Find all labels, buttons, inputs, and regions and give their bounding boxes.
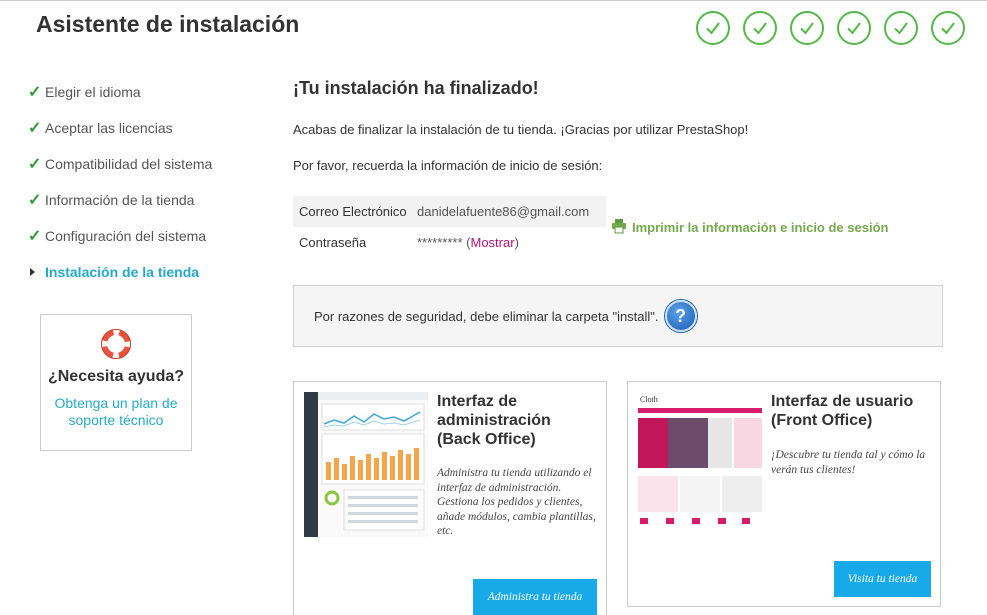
back-office-card: Interfaz de administración (Back Office)… <box>293 381 607 615</box>
top-border <box>0 0 987 1</box>
help-question: ¿Necesita ayuda? <box>47 368 185 385</box>
help-question-icon[interactable]: ? <box>664 300 697 332</box>
caret-right-icon <box>28 268 45 276</box>
back-office-screenshot <box>304 392 428 537</box>
reminder-text: Por favor, recuerda la información de in… <box>293 158 603 173</box>
password-mask: ********* <box>417 235 463 250</box>
front-office-title: Interfaz de usuario (Front Office) <box>771 393 914 429</box>
visit-store-button[interactable]: Visita tu tienda <box>834 561 931 597</box>
lifebuoy-icon <box>101 329 131 359</box>
step-5-check-icon <box>884 11 918 45</box>
check-icon: ✓ <box>28 228 42 245</box>
credentials-table: Correo Electrónico danidelafuente86@gmai… <box>293 196 606 258</box>
printer-icon <box>611 218 627 237</box>
sidebar-item-label: Instalación de la tienda <box>45 264 200 280</box>
step-6-check-icon <box>931 11 965 45</box>
back-office-title: Interfaz de administración (Back Office) <box>437 393 551 448</box>
print-label: Imprimir la información e inicio de sesi… <box>632 220 889 235</box>
page-title: Asistente de instalación <box>36 11 300 37</box>
sidebar-item-label: Información de la tienda <box>45 192 195 208</box>
sidebar-item-label: Elegir el idioma <box>45 84 141 100</box>
show-password-link[interactable]: Mostrar <box>471 235 515 250</box>
step-2-check-icon <box>743 11 777 45</box>
password-label: Contraseña <box>299 235 367 250</box>
print-credentials-link[interactable]: Imprimir la información e inicio de sesi… <box>611 218 888 237</box>
svg-text:Cloth: Cloth <box>640 395 658 404</box>
warning-text: Por razones de seguridad, debe eliminar … <box>314 308 659 324</box>
front-office-screenshot: Cloth <box>638 392 762 537</box>
check-icon: ✓ <box>28 156 42 173</box>
sidebar-item-label: Aceptar las licencias <box>45 120 173 136</box>
sidebar-item-label: Configuración del sistema <box>45 228 207 244</box>
check-icon: ✓ <box>28 192 42 209</box>
success-heading: ¡Tu instalación ha finalizado! <box>293 78 539 98</box>
front-office-description: ¡Descubre tu tienda tal y cómo la verán … <box>771 449 926 476</box>
table-row: Correo Electrónico danidelafuente86@gmai… <box>293 196 606 227</box>
email-label: Correo Electrónico <box>299 204 407 219</box>
sidebar-item-compatibilidad[interactable]: ✓ Compatibilidad del sistema <box>28 146 258 182</box>
help-box: ¿Necesita ayuda? Obtenga un plan de sopo… <box>40 314 192 451</box>
password-value: ********* (Mostrar) <box>417 235 519 250</box>
sidebar-item-instalacion[interactable]: Instalación de la tienda <box>28 254 258 290</box>
back-office-description: Administra tu tienda utilizando el inter… <box>437 467 596 537</box>
sidebar-item-informacion[interactable]: ✓ Información de la tienda <box>28 182 258 218</box>
step-1-check-icon <box>696 11 730 45</box>
email-value: danidelafuente86@gmail.com <box>417 204 590 219</box>
sidebar-item-licencias[interactable]: ✓ Aceptar las licencias <box>28 110 258 146</box>
support-plan-link[interactable]: Obtenga un plan de soporte técnico <box>41 395 191 429</box>
step-3-check-icon <box>790 11 824 45</box>
security-warning: Por razones de seguridad, debe eliminar … <box>293 285 943 347</box>
intro-text: Acabas de finalizar la instalación de tu… <box>293 122 749 137</box>
admin-store-button[interactable]: Administra tu tienda <box>473 579 597 615</box>
progress-steps <box>696 11 965 45</box>
sidebar-item-configuracion[interactable]: ✓ Configuración del sistema <box>28 218 258 254</box>
main-heading-wrap: ¡Tu instalación ha finalizado! <box>293 78 539 99</box>
front-office-card: Cloth Interfaz de usuario (Front Office)… <box>627 381 941 607</box>
table-row: Contraseña ********* (Mostrar) <box>293 227 606 258</box>
step-4-check-icon <box>837 11 871 45</box>
sidebar-item-label: Compatibilidad del sistema <box>45 156 213 172</box>
check-icon: ✓ <box>28 120 42 137</box>
sidebar-item-idioma[interactable]: ✓ Elegir el idioma <box>28 74 258 110</box>
sidebar-steps: ✓ Elegir el idioma ✓ Aceptar las licencias… <box>28 74 258 290</box>
check-icon: ✓ <box>28 84 42 101</box>
